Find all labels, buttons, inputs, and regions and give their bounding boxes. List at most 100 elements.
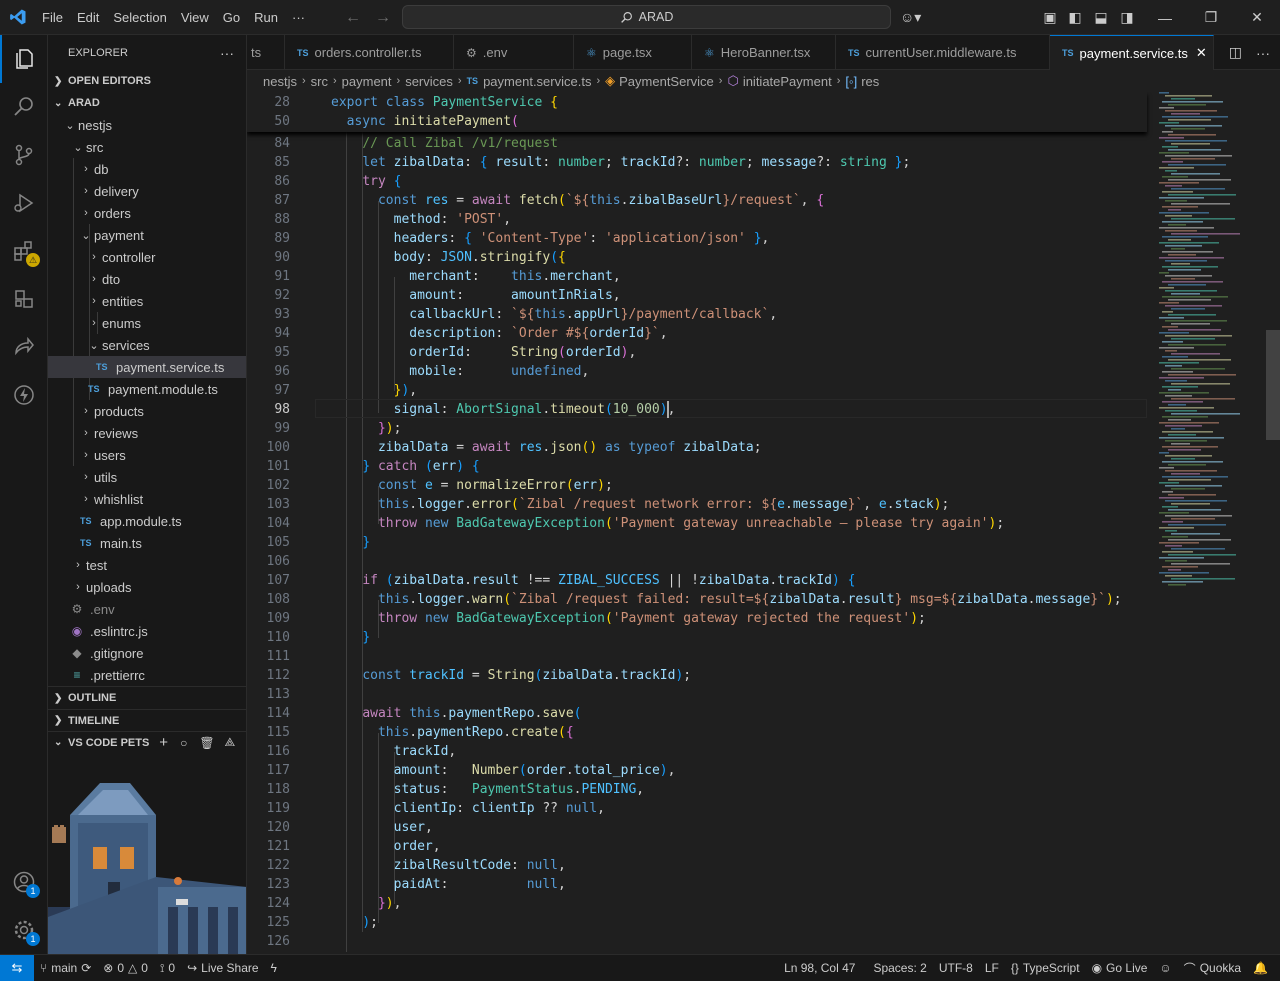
- eol-indicator[interactable]: LF: [979, 961, 1005, 975]
- code-line[interactable]: 104 throw new BadGatewayException('Payme…: [247, 514, 1147, 533]
- quokka-indicator[interactable]: ⌒ Quokka: [1178, 960, 1247, 977]
- toggle-secondary-sidebar-icon[interactable]: ◨: [1112, 0, 1142, 35]
- code-line[interactable]: 109 throw new BadGatewayException('Payme…: [247, 609, 1147, 628]
- tree-file-eslintrc[interactable]: ◉ .eslintrc.js: [48, 620, 246, 642]
- code-editor[interactable]: 28 export class PaymentService { 50 async…: [247, 92, 1280, 954]
- outline-section[interactable]: ❯ OUTLINE: [48, 687, 246, 709]
- tree-folder-whishlist[interactable]: › whishlist: [48, 488, 246, 510]
- breadcrumb-item[interactable]: src: [311, 74, 328, 89]
- breadcrumb-item[interactable]: nestjs: [263, 74, 297, 89]
- manage-gear-icon[interactable]: 1: [0, 906, 48, 954]
- tree-folder-uploads[interactable]: › uploads: [48, 576, 246, 598]
- breadcrumb-item[interactable]: res: [861, 74, 879, 89]
- minimize-icon[interactable]: —: [1142, 0, 1188, 35]
- code-line[interactable]: 103 this.logger.error(`Zibal /request ne…: [247, 495, 1147, 514]
- search-icon[interactable]: [0, 83, 48, 131]
- breadcrumb-item[interactable]: initiatePayment: [743, 74, 832, 89]
- breadcrumb-item[interactable]: payment: [342, 74, 392, 89]
- close-tab-icon[interactable]: ✕: [1196, 45, 1207, 61]
- go-live-button[interactable]: ◉ Go Live: [1086, 961, 1154, 975]
- extensions-icon[interactable]: ⚠: [0, 227, 48, 275]
- tab-current-user-middleware[interactable]: TS currentUser.middleware.ts: [836, 35, 1050, 70]
- more-actions-icon[interactable]: ···: [1256, 45, 1270, 61]
- tree-file-payment-module[interactable]: TS payment.module.ts: [48, 378, 246, 400]
- remote-explorer-icon[interactable]: [0, 275, 48, 323]
- menu-view[interactable]: View: [174, 0, 216, 35]
- accounts-icon[interactable]: 1: [0, 858, 48, 906]
- tab-hero-banner[interactable]: ⚛ HeroBanner.tsx: [692, 35, 836, 70]
- code-line[interactable]: 94 description: `Order #${orderId}`,: [247, 324, 1147, 343]
- branch-indicator[interactable]: ⑂ main ⟳: [34, 961, 97, 975]
- code-line[interactable]: 108 this.logger.warn(`Zibal /request fai…: [247, 590, 1147, 609]
- breadcrumb-item[interactable]: payment.service.ts: [483, 74, 591, 89]
- back-arrow-icon[interactable]: ←: [345, 9, 361, 27]
- menu-go[interactable]: Go: [216, 0, 247, 35]
- copilot-status-icon[interactable]: ☺: [1153, 961, 1177, 975]
- tab-payment-service[interactable]: TS payment.service.ts ✕: [1050, 35, 1214, 70]
- cursor-position[interactable]: Ln 98, Col 47: [778, 961, 861, 975]
- code-line[interactable]: 97 }),: [247, 381, 1147, 400]
- tree-folder-dto[interactable]: › dto: [48, 268, 246, 290]
- tree-file-gitignore[interactable]: ◆ .gitignore: [48, 642, 246, 664]
- code-line[interactable]: 86 try {: [247, 172, 1147, 191]
- tree-folder-entities[interactable]: › entities: [48, 290, 246, 312]
- copilot-icon[interactable]: ☺▾: [900, 9, 921, 26]
- code-line[interactable]: 91 merchant: this.merchant,: [247, 267, 1147, 286]
- tree-folder-services[interactable]: ⌄ services: [48, 334, 246, 356]
- tree-folder-controller[interactable]: › controller: [48, 246, 246, 268]
- code-line[interactable]: 88 method: 'POST',: [247, 210, 1147, 229]
- code-line[interactable]: 126: [247, 932, 1147, 951]
- tree-folder-reviews[interactable]: › reviews: [48, 422, 246, 444]
- delete-pet-icon[interactable]: 🗑: [199, 736, 214, 750]
- menu-more[interactable]: ···: [285, 0, 312, 35]
- split-editor-icon[interactable]: ◫: [1229, 44, 1242, 61]
- project-section[interactable]: ⌄ ARAD: [48, 92, 246, 114]
- run-debug-icon[interactable]: [0, 179, 48, 227]
- more-actions-icon[interactable]: ···: [220, 45, 234, 61]
- code-line[interactable]: 107 if (zibalData.result !== ZIBAL_SUCCE…: [247, 571, 1147, 590]
- menu-selection[interactable]: Selection: [106, 0, 173, 35]
- thunder-client-icon[interactable]: [0, 371, 48, 419]
- tree-folder-orders[interactable]: › orders: [48, 202, 246, 224]
- code-line[interactable]: 113: [247, 685, 1147, 704]
- tree-folder-products[interactable]: › products: [48, 400, 246, 422]
- code-line[interactable]: 102 const e = normalizeError(err);: [247, 476, 1147, 495]
- tree-folder-users[interactable]: › users: [48, 444, 246, 466]
- code-line[interactable]: 121 order,: [247, 837, 1147, 856]
- code-line[interactable]: 123 paidAt: null,: [247, 875, 1147, 894]
- live-share-button[interactable]: ↪ Live Share: [181, 961, 264, 975]
- tree-folder-enums[interactable]: › enums: [48, 312, 246, 334]
- tree-file-payment-service[interactable]: TS payment.service.ts: [48, 356, 246, 378]
- code-line[interactable]: 120 user,: [247, 818, 1147, 837]
- throw-ball-icon[interactable]: ○: [180, 736, 187, 750]
- command-center-search[interactable]: ARAD: [402, 5, 891, 29]
- tab-partial[interactable]: ts: [247, 35, 285, 70]
- code-line[interactable]: 118 status: PaymentStatus.PENDING,: [247, 780, 1147, 799]
- tab-orders-controller[interactable]: TS orders.controller.ts: [285, 35, 454, 70]
- code-line[interactable]: 124 }),: [247, 894, 1147, 913]
- code-line[interactable]: 96 mobile: undefined,: [247, 362, 1147, 381]
- notifications-bell-icon[interactable]: 🔔: [1247, 961, 1274, 975]
- problems-indicator[interactable]: ⊗ 0 △ 0: [97, 961, 154, 975]
- code-line[interactable]: 85 let zibalData: { result: number; trac…: [247, 153, 1147, 172]
- code-line[interactable]: 84 // Call Zibal /v1/request: [247, 134, 1147, 153]
- restore-icon[interactable]: ❐: [1188, 0, 1234, 35]
- breadcrumb-item[interactable]: services: [405, 74, 453, 89]
- explorer-icon[interactable]: [0, 35, 48, 83]
- language-mode[interactable]: {} TypeScript: [1005, 961, 1086, 975]
- live-share-icon[interactable]: [0, 323, 48, 371]
- minimap[interactable]: [1157, 92, 1267, 592]
- code-line[interactable]: 93 callbackUrl: `${this.appUrl}/payment/…: [247, 305, 1147, 324]
- code-line[interactable]: 106: [247, 552, 1147, 571]
- code-line[interactable]: 125 );: [247, 913, 1147, 932]
- code-line[interactable]: 119 clientIp: clientIp ?? null,: [247, 799, 1147, 818]
- open-editors-section[interactable]: ❯ OPEN EDITORS: [48, 70, 246, 92]
- tree-folder-payment[interactable]: ⌄ payment: [48, 224, 246, 246]
- menu-edit[interactable]: Edit: [70, 0, 106, 35]
- source-control-icon[interactable]: [0, 131, 48, 179]
- tree-folder-delivery[interactable]: › delivery: [48, 180, 246, 202]
- code-line[interactable]: 99 });: [247, 419, 1147, 438]
- code-line[interactable]: 90 body: JSON.stringify({: [247, 248, 1147, 267]
- indentation-indicator[interactable]: Spaces: 2: [867, 961, 932, 975]
- code-line[interactable]: 111: [247, 647, 1147, 666]
